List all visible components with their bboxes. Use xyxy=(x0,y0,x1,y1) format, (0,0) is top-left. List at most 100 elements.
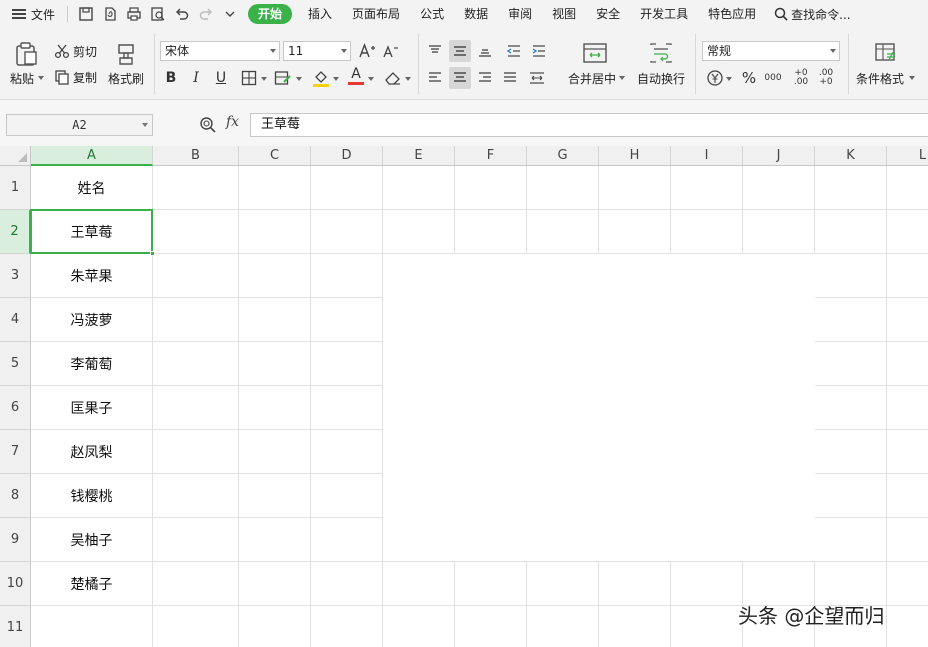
export-pdf-icon[interactable] xyxy=(101,5,119,23)
tab-formulas[interactable]: 公式 xyxy=(410,0,454,28)
cell-h11[interactable] xyxy=(599,606,671,647)
align-middle-button[interactable] xyxy=(449,40,471,62)
cell-l8[interactable] xyxy=(887,474,928,518)
row-header-2[interactable]: 2 xyxy=(0,210,31,254)
cell-e10[interactable] xyxy=(383,562,455,606)
currency-button[interactable] xyxy=(704,67,726,89)
row-header-8[interactable]: 8 xyxy=(0,474,31,518)
cell-i10[interactable] xyxy=(671,562,743,606)
cell-c9[interactable] xyxy=(239,518,311,562)
formula-input[interactable]: 王草莓 xyxy=(250,113,928,137)
cell-b1[interactable] xyxy=(153,166,239,210)
cell-b4[interactable] xyxy=(153,298,239,342)
clear-format-button[interactable] xyxy=(382,67,404,89)
borders-chevron-down-icon[interactable] xyxy=(261,77,267,81)
cell-k5[interactable] xyxy=(815,342,887,386)
cell-c11[interactable] xyxy=(239,606,311,647)
file-menu[interactable]: 文件 xyxy=(0,0,61,28)
fill-color-button[interactable] xyxy=(310,67,332,89)
underline-button[interactable]: U xyxy=(210,67,232,89)
row-header-9[interactable]: 9 xyxy=(0,518,31,562)
cell-c5[interactable] xyxy=(239,342,311,386)
cell-k6[interactable] xyxy=(815,386,887,430)
decrease-font-size-button[interactable] xyxy=(380,40,402,62)
cell-l10[interactable] xyxy=(887,562,928,606)
name-box[interactable]: A2 xyxy=(6,114,153,136)
cell-l1[interactable] xyxy=(887,166,928,210)
cell-k3[interactable] xyxy=(815,254,887,298)
cell-f10[interactable] xyxy=(455,562,527,606)
cell-c3[interactable] xyxy=(239,254,311,298)
merge-center-chevron-down-icon[interactable] xyxy=(619,76,625,80)
number-format-select[interactable]: 常规 xyxy=(702,41,840,61)
font-name-select[interactable]: 宋体 xyxy=(160,41,280,61)
cell-d6[interactable] xyxy=(311,386,383,430)
column-header-l[interactable]: L xyxy=(887,146,928,166)
save-icon[interactable] xyxy=(77,5,95,23)
conditional-format-button[interactable] xyxy=(872,40,900,66)
tab-insert[interactable]: 插入 xyxy=(298,0,342,28)
tab-review[interactable]: 审阅 xyxy=(498,0,542,28)
cell-k4[interactable] xyxy=(815,298,887,342)
cell-d4[interactable] xyxy=(311,298,383,342)
cell-a7[interactable]: 赵凤梨 xyxy=(31,430,153,474)
tab-developer[interactable]: 开发工具 xyxy=(630,0,698,28)
cell-b5[interactable] xyxy=(153,342,239,386)
merge-center-button[interactable] xyxy=(580,40,610,66)
column-header-d[interactable]: D xyxy=(311,146,383,166)
cell-a2[interactable]: 王草莓 xyxy=(31,210,153,254)
cell-g11[interactable] xyxy=(527,606,599,647)
column-header-b[interactable]: B xyxy=(153,146,239,166)
row-header-5[interactable]: 5 xyxy=(0,342,31,386)
font-size-select[interactable]: 11 xyxy=(283,41,351,61)
font-color-chevron-down-icon[interactable] xyxy=(368,77,374,81)
cell-j1[interactable] xyxy=(743,166,815,210)
cell-e1[interactable] xyxy=(383,166,455,210)
tab-special-features[interactable]: 特色应用 xyxy=(698,0,766,28)
row-header-10[interactable]: 10 xyxy=(0,562,31,606)
row-header-6[interactable]: 6 xyxy=(0,386,31,430)
bold-button[interactable]: B xyxy=(160,67,182,89)
cell-a10[interactable]: 楚橘子 xyxy=(31,562,153,606)
column-header-g[interactable]: G xyxy=(527,146,599,166)
print-icon[interactable] xyxy=(125,5,143,23)
cell-h1[interactable] xyxy=(599,166,671,210)
format-painter-button[interactable] xyxy=(112,40,140,68)
cell-k9[interactable] xyxy=(815,518,887,562)
cell-b8[interactable] xyxy=(153,474,239,518)
cell-d2[interactable] xyxy=(311,210,383,254)
cell-d7[interactable] xyxy=(311,430,383,474)
increase-decimal-button[interactable]: +0 .00 xyxy=(790,67,812,89)
cell-a8[interactable]: 钱樱桃 xyxy=(31,474,153,518)
cell-d11[interactable] xyxy=(311,606,383,647)
clear-format-chevron-down-icon[interactable] xyxy=(405,77,411,81)
column-header-c[interactable]: C xyxy=(239,146,311,166)
cell-b7[interactable] xyxy=(153,430,239,474)
cell-l11[interactable] xyxy=(887,606,928,647)
insert-function-button[interactable]: fx xyxy=(226,114,239,130)
align-top-button[interactable] xyxy=(424,40,446,62)
cell-b10[interactable] xyxy=(153,562,239,606)
align-center-button[interactable] xyxy=(449,67,471,89)
align-left-button[interactable] xyxy=(424,67,446,89)
tab-security[interactable]: 安全 xyxy=(586,0,630,28)
cell-e2[interactable] xyxy=(383,210,455,254)
column-header-f[interactable]: F xyxy=(455,146,527,166)
redo-icon[interactable] xyxy=(197,5,215,23)
cell-style-button[interactable] xyxy=(272,67,294,89)
row-header-11[interactable]: 11 xyxy=(0,606,31,647)
cell-a6[interactable]: 匡果子 xyxy=(31,386,153,430)
tab-home[interactable]: 开始 xyxy=(248,4,293,24)
cell-f2[interactable] xyxy=(455,210,527,254)
undo-icon[interactable] xyxy=(173,5,191,23)
cell-i1[interactable] xyxy=(671,166,743,210)
cell-l9[interactable] xyxy=(887,518,928,562)
column-header-k[interactable]: K xyxy=(815,146,887,166)
cell-b3[interactable] xyxy=(153,254,239,298)
cell-f1[interactable] xyxy=(455,166,527,210)
cell-l4[interactable] xyxy=(887,298,928,342)
cell-l7[interactable] xyxy=(887,430,928,474)
distributed-align-button[interactable] xyxy=(526,67,548,89)
cell-i11[interactable] xyxy=(671,606,743,647)
italic-button[interactable]: I xyxy=(185,67,207,89)
